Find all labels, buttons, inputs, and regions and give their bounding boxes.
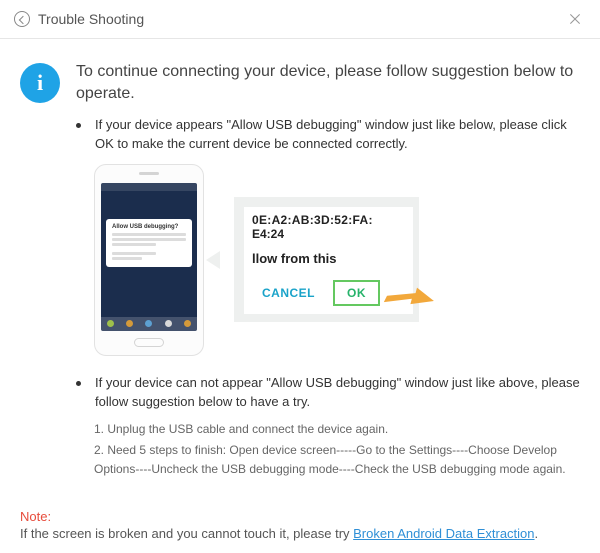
divider — [0, 38, 600, 39]
phone-dialog-title: Allow USB debugging? — [112, 224, 186, 230]
note-section: Note: If the screen is broken and you ca… — [0, 509, 600, 541]
broken-android-link[interactable]: Broken Android Data Extraction — [353, 526, 534, 541]
info-icon: i — [20, 63, 60, 103]
content-area: i To continue connecting your device, pl… — [0, 47, 600, 485]
bullet-icon — [76, 123, 81, 128]
step-item: 2. Need 5 steps to finish: Open device s… — [94, 441, 580, 478]
rsa-line-1: 0E:A2:AB:3D:52:FA: — [252, 213, 405, 227]
steps-list: 1. Unplug the USB cable and connect the … — [94, 420, 580, 479]
main-instruction: To continue connecting your device, plea… — [76, 61, 580, 104]
rsa-line-2: E4:24 — [252, 227, 405, 241]
dialog-cancel-button: CANCEL — [252, 282, 325, 304]
bullet-text: If your device can not appear "Allow USB… — [95, 374, 580, 412]
note-label: Note: — [20, 509, 580, 524]
bullet-item: If your device appears "Allow USB debugg… — [76, 116, 580, 154]
dialog-zoom: 0E:A2:AB:3D:52:FA: E4:24 llow from this … — [234, 197, 419, 322]
phone-mockup: Allow USB debugging? — [94, 164, 204, 356]
bullet-icon — [76, 381, 81, 386]
illustration-row: Allow USB debugging? 0E:A2:AB:3D:52:FA: — [94, 164, 580, 356]
bullet-text: If your device appears "Allow USB debugg… — [95, 116, 580, 154]
app-icon — [14, 11, 30, 27]
close-icon — [567, 11, 583, 27]
window-title: Trouble Shooting — [38, 11, 564, 27]
close-button[interactable] — [564, 8, 586, 30]
allow-text: llow from this — [252, 251, 405, 266]
bullet-item: If your device can not appear "Allow USB… — [76, 374, 580, 412]
dialog-ok-button: OK — [333, 280, 380, 306]
callout-pointer — [206, 251, 220, 269]
phone-dialog: Allow USB debugging? — [106, 219, 192, 267]
step-item: 1. Unplug the USB cable and connect the … — [94, 420, 580, 439]
note-text: If the screen is broken and you cannot t… — [20, 526, 580, 541]
title-bar: Trouble Shooting — [0, 0, 600, 38]
note-suffix: . — [535, 526, 539, 541]
note-prefix: If the screen is broken and you cannot t… — [20, 526, 353, 541]
